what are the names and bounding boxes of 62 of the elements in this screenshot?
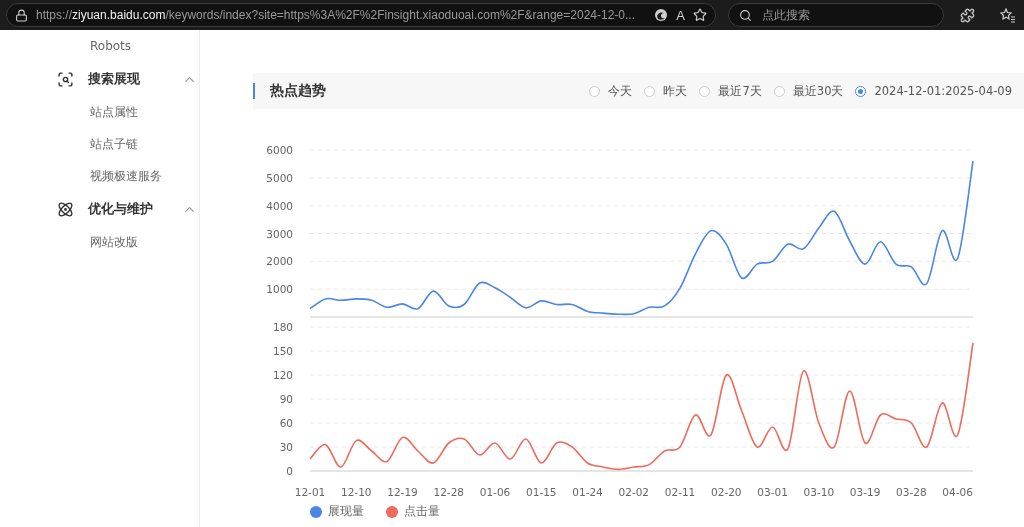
range-option[interactable]: 2024-12-01:2025-04-09 [855, 84, 1012, 98]
x-tick-label: 02-20 [711, 486, 742, 498]
puzzle-icon[interactable] [960, 7, 975, 23]
x-tick-label: 01-15 [526, 486, 557, 498]
search-icon [739, 8, 752, 22]
search-field[interactable]: 点此搜索 [728, 3, 944, 27]
radio-button[interactable] [644, 85, 656, 97]
radio-button[interactable] [699, 85, 711, 97]
x-tick-label: 01-06 [479, 486, 511, 498]
read-aloud-glyph[interactable]: A [676, 7, 685, 23]
sidebar-item[interactable]: 站点属性 [0, 96, 199, 128]
x-tick-label: 03-10 [803, 486, 835, 498]
sidebar-item[interactable]: 视频极速服务 [0, 160, 199, 192]
y-tick-label: 5000 [266, 171, 293, 184]
x-tick-label: 12-10 [341, 486, 372, 498]
range-option[interactable]: 今天 [589, 83, 633, 99]
y-tick-label: 3000 [266, 227, 293, 240]
x-tick-label: 02-11 [664, 486, 696, 498]
x-tick-label: 01-24 [572, 486, 603, 498]
legend-label: 展现量 [328, 503, 364, 520]
y-tick-label: 30 [279, 441, 293, 453]
sidebar-group-label[interactable]: 优化与维护 [88, 200, 168, 218]
atom-icon [57, 200, 74, 218]
range-option[interactable]: 最近7天 [699, 83, 762, 99]
sidebar-group-label[interactable]: 搜索展现 [88, 70, 168, 88]
y-tick-label: 120 [272, 369, 293, 381]
swirl-icon[interactable] [654, 8, 669, 22]
lock-icon [15, 8, 28, 22]
x-tick-label: 04-06 [942, 486, 973, 498]
y-tick-label: 150 [272, 345, 293, 357]
x-tick-label: 03-19 [849, 486, 881, 498]
search-icon [57, 70, 74, 88]
y-tick-label: 4000 [266, 199, 293, 212]
x-tick-label: 12-28 [433, 486, 465, 498]
legend-item[interactable]: 点击量 [386, 503, 440, 520]
panel-title: 热点趋势 [270, 82, 327, 100]
url-text: https://ziyuan.baidu.com/keywords/index?site=https%3A%2F%2Finsight.xiaoduoai.com%2F&range=2024-12-0... [36, 8, 636, 22]
range-option[interactable]: 最近30天 [773, 83, 844, 99]
y-tick-label: 0 [286, 465, 293, 477]
y-tick-label: 90 [279, 393, 293, 405]
y-tick-label: 60 [279, 417, 293, 429]
sidebar-item[interactable]: 网站改版 [0, 226, 199, 258]
range-option[interactable]: 昨天 [644, 83, 688, 99]
legend-label: 点击量 [404, 503, 440, 520]
star-icon[interactable] [693, 8, 707, 22]
x-tick-label: 12-19 [387, 486, 418, 498]
radio-button[interactable] [855, 85, 867, 97]
x-tick-label: 03-01 [757, 486, 788, 498]
sidebar-item[interactable]: 站点子链 [0, 128, 199, 160]
x-tick-label: 02-02 [618, 486, 650, 498]
y-tick-label: 1000 [266, 283, 293, 296]
radio-button[interactable] [773, 85, 785, 97]
legend-item[interactable]: 展现量 [310, 503, 364, 520]
y-tick-label: 180 [272, 321, 293, 333]
favorites-icon[interactable] [1000, 7, 1016, 23]
sidebar-item[interactable]: Robots [0, 30, 199, 62]
y-tick-label: 2000 [266, 255, 293, 268]
radio-button[interactable] [589, 85, 601, 97]
x-tick-label: 03-28 [896, 486, 927, 498]
x-tick-label: 12-01 [294, 486, 326, 498]
address-bar[interactable]: https://ziyuan.baidu.com/keywords/index?site=https%3A%2F%2Finsight.xiaoduoai.com%2F&range=2024-12-0... A [6, 3, 716, 27]
y-tick-label: 6000 [266, 144, 293, 156]
